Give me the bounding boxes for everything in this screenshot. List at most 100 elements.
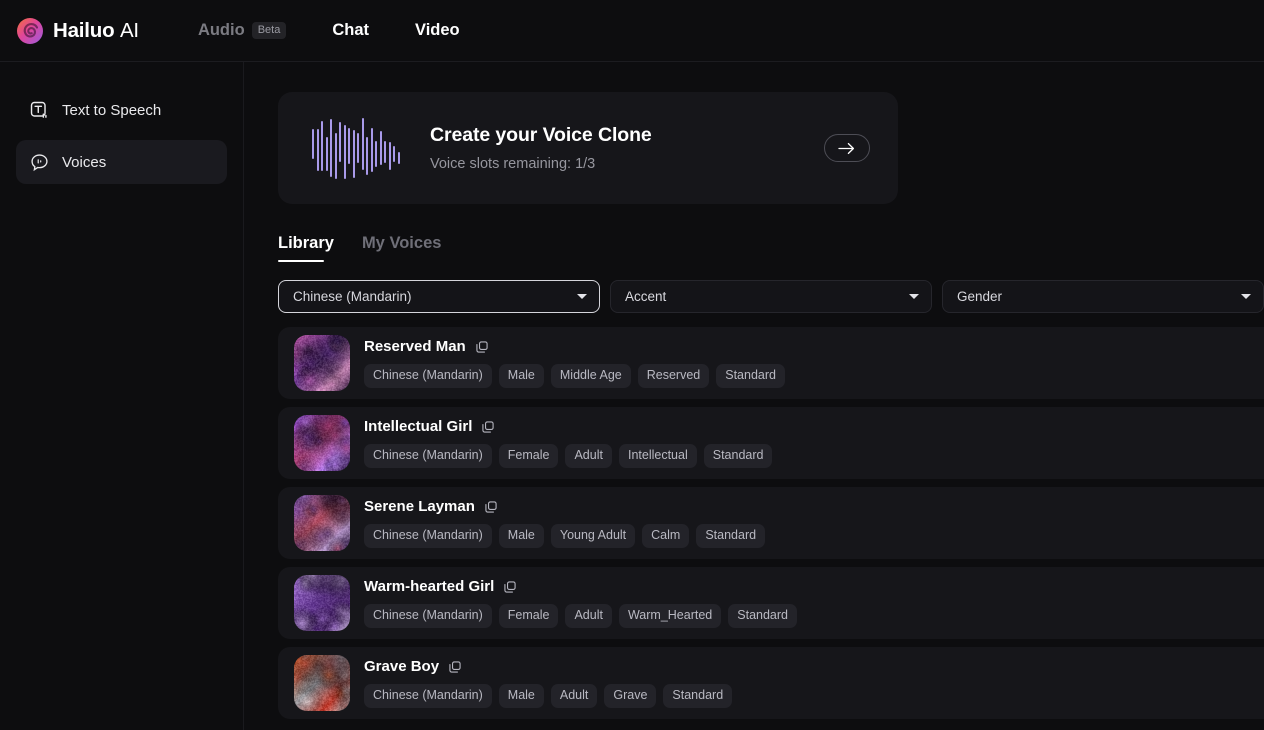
sidebar-item-voices-label: Voices [62,154,106,171]
waveform-bar [398,152,400,164]
brand-logo[interactable]: Hailuo AI [16,17,139,45]
sidebar-item-text-to-speech[interactable]: Text to Speech [16,88,227,132]
nav-item-chat[interactable]: Chat [309,15,392,46]
voice-tag: Female [499,604,559,628]
tab-library-label: Library [278,234,334,252]
nav-item-chat-label: Chat [332,21,369,40]
waveform-bar [371,128,373,172]
sidebar-item-voices[interactable]: Voices [16,140,227,184]
voice-list-item[interactable]: Intellectual Girl Chinese (Mandarin)Femal… [278,407,1264,479]
voice-tag: Adult [565,444,612,468]
voice-tag: Intellectual [619,444,697,468]
waveform-bar [330,119,332,177]
voice-clone-title: Create your Voice Clone [430,124,824,147]
copy-icon[interactable] [481,420,495,434]
voice-clone-banner[interactable]: Create your Voice Clone Voice slots rema… [278,92,898,204]
voice-name-row: Reserved Man [364,338,785,355]
voice-name: Reserved Man [364,338,466,355]
voice-name-row: Warm-hearted Girl [364,578,797,595]
voice-tag: Standard [663,684,732,708]
voice-tag: Standard [728,604,797,628]
nav-item-audio-label: Audio [198,21,245,40]
waveform-bar [384,141,386,163]
voice-tag-list: Chinese (Mandarin)FemaleAdultIntellectua… [364,444,772,468]
waveform-bar [380,131,382,165]
brand-title: Hailuo AI [53,19,139,43]
voice-list-item[interactable]: Warm-hearted Girl Chinese (Mandarin) Femal… [278,567,1264,639]
waveform-bar [344,125,346,179]
body-area: Text to Speech Voices Create your Voice … [0,62,1264,730]
voice-tag-list: Chinese (Mandarin)MaleMiddle AgeReserved… [364,364,785,388]
gender-filter-select[interactable]: Gender [942,280,1264,313]
voice-name-row: Intellectual Girl [364,418,772,435]
voice-avatar [294,575,350,631]
voice-list-item[interactable]: Grave BoyChinese (Mandarin)MaleAdultGrav… [278,647,1264,719]
library-tabs: Library My Voices [278,234,1264,262]
accent-filter-value: Accent [625,289,666,304]
waveform-bar [389,142,391,170]
voice-list-item[interactable]: Reserved ManChinese (Mandarin)MaleMiddle… [278,327,1264,399]
waveform-bar [366,137,368,175]
voice-tag: Male [499,524,544,548]
voice-tag: Adult [551,684,598,708]
voice-tag: Male [499,364,544,388]
nav-item-video[interactable]: Video [392,15,483,46]
app-root: Hailuo AI Audio Beta Chat Video [0,0,1264,730]
voice-info: Serene Layman Chinese (Mandarin) Male Young… [364,498,765,548]
nav-item-video-label: Video [415,21,460,40]
voice-name: Intellectual Girl [364,418,472,435]
audio-waveform-icon [312,117,400,179]
voice-tag: Male [499,684,544,708]
chevron-down-icon [909,294,919,299]
waveform-bar [348,128,350,164]
waveform-bar [335,133,337,179]
tab-library[interactable]: Library [278,234,334,262]
voice-avatar [294,495,350,551]
waveform-bar [375,141,377,167]
hailuo-spiral-logo-icon [16,17,44,45]
accent-filter-select[interactable]: Accent [610,280,932,313]
waveform-bar [321,121,323,171]
waveform-bar [339,122,341,162]
voice-info: Reserved ManChinese (Mandarin)MaleMiddle… [364,338,785,388]
voice-name-row: Grave Boy [364,658,732,675]
voice-tag: Warm_Hearted [619,604,721,628]
waveform-bar [393,146,395,162]
brand-suffix: AI [120,19,139,42]
voices-bubble-icon [30,153,49,172]
copy-icon[interactable] [484,500,498,514]
gender-filter-value: Gender [957,289,1002,304]
voice-info: Warm-hearted Girl Chinese (Mandarin) Femal… [364,578,797,628]
voice-list-item[interactable]: Serene Layman Chinese (Mandarin) Male Young… [278,487,1264,559]
voice-name: Serene Layman [364,498,475,515]
beta-badge: Beta [252,22,287,39]
voice-avatar [294,655,350,711]
tab-my-voices[interactable]: My Voices [362,234,441,262]
voice-info: Grave BoyChinese (Mandarin)MaleAdultGrav… [364,658,732,708]
voice-slots-remaining: Voice slots remaining: 1/3 [430,156,824,172]
voice-tag: Grave [604,684,656,708]
voice-tag: Reserved [638,364,710,388]
primary-nav: Audio Beta Chat Video [175,15,483,46]
voice-tag: Chinese (Mandarin) [364,524,492,548]
language-filter-value: Chinese (Mandarin) [293,289,412,304]
voice-list: Reserved ManChinese (Mandarin)MaleMiddle… [278,327,1264,719]
arrow-right-icon [838,142,856,155]
copy-icon[interactable] [448,660,462,674]
voice-tag: Chinese (Mandarin) [364,364,492,388]
voice-tag: Young Adult [551,524,635,548]
voice-tag: Standard [704,444,773,468]
voice-clone-cta-button[interactable] [824,134,870,162]
voice-tag: Female [499,444,559,468]
waveform-bar [317,129,319,171]
language-filter-select[interactable]: Chinese (Mandarin) [278,280,600,313]
nav-item-audio[interactable]: Audio Beta [175,15,309,46]
copy-icon[interactable] [503,580,517,594]
voice-tag: Chinese (Mandarin) [364,604,492,628]
waveform-bar [312,129,314,159]
waveform-bar [357,133,359,163]
copy-icon[interactable] [475,340,489,354]
tab-my-voices-label: My Voices [362,234,441,252]
voice-avatar [294,415,350,471]
voice-tag-list: Chinese (Mandarin)MaleAdultGraveStandard [364,684,732,708]
